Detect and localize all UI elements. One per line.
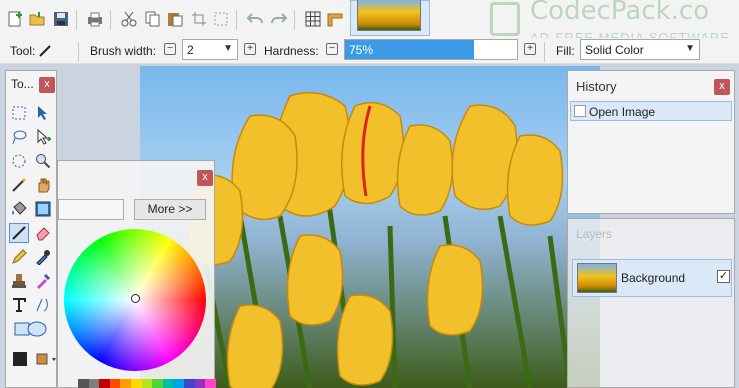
image-tab-thumbnail xyxy=(357,0,421,31)
open-image-icon xyxy=(574,105,586,117)
palette-swatch[interactable] xyxy=(88,379,100,388)
layers-window: Layers Background ✓ xyxy=(567,218,735,388)
hardness-decrease-button[interactable]: − xyxy=(326,43,338,55)
palette-swatch[interactable] xyxy=(152,379,163,388)
chevron-down-icon: ▼ xyxy=(685,43,695,54)
history-close-button[interactable]: x xyxy=(714,79,730,95)
color-picker-icon[interactable] xyxy=(33,247,53,267)
palette-swatch[interactable] xyxy=(109,379,121,388)
layer-thumbnail xyxy=(577,263,617,293)
hardness-increase-button[interactable]: + xyxy=(524,43,536,55)
rectangle-select-icon[interactable] xyxy=(9,103,29,123)
color-wheel-selector[interactable] xyxy=(131,294,140,303)
pencil-icon[interactable] xyxy=(9,247,29,267)
palette-swatch[interactable] xyxy=(120,379,132,388)
palette-swatch[interactable] xyxy=(173,379,185,388)
brush-width-label: Brush width: xyxy=(90,44,157,58)
palette-swatch[interactable] xyxy=(131,379,142,388)
history-window: History x Open Image xyxy=(567,70,735,214)
color-palette[interactable] xyxy=(78,379,216,388)
text-icon[interactable] xyxy=(9,295,29,315)
recolor-icon[interactable] xyxy=(33,271,53,291)
color-mode-combo[interactable] xyxy=(58,199,124,220)
colors-close-button[interactable]: x xyxy=(197,170,213,186)
watermark-brand: CodecPack.co xyxy=(530,0,710,26)
tools-close-button[interactable]: x xyxy=(39,77,55,93)
crop-icon[interactable] xyxy=(190,10,208,28)
print-icon[interactable] xyxy=(86,10,104,28)
copy-icon[interactable] xyxy=(144,10,162,28)
hardness-value: 75% xyxy=(349,43,374,57)
palette-swatch[interactable] xyxy=(194,379,206,388)
paint-bucket-icon[interactable] xyxy=(9,199,29,219)
new-image-icon[interactable] xyxy=(6,10,24,28)
fill-combo[interactable]: Solid Color ▼ xyxy=(580,39,700,60)
more-colors-button[interactable]: More >> xyxy=(134,199,206,220)
layer-visibility-checkbox[interactable]: ✓ xyxy=(717,270,730,283)
palette-swatch[interactable] xyxy=(99,379,110,388)
main-toolbar: CodecPack.co AD-FREE MEDIA SOFTWARE xyxy=(0,0,739,45)
gradient-icon[interactable] xyxy=(33,199,53,219)
cut-icon[interactable] xyxy=(120,10,138,28)
paintbrush-tool-selector-icon[interactable] xyxy=(38,41,56,59)
palette-swatch[interactable] xyxy=(162,379,174,388)
palette-swatch[interactable] xyxy=(141,379,153,388)
clone-stamp-icon[interactable] xyxy=(9,271,29,291)
brush-width-combo[interactable]: 2 ▼ xyxy=(182,39,238,60)
fill-value: Solid Color xyxy=(585,43,644,57)
deselect-icon[interactable] xyxy=(212,10,230,28)
layer-name: Background xyxy=(621,271,686,285)
history-item-label: Open Image xyxy=(589,105,656,119)
palette-swatch[interactable] xyxy=(78,379,89,388)
redo-icon[interactable] xyxy=(270,10,288,28)
history-window-title: History xyxy=(576,79,617,94)
magic-wand-icon[interactable] xyxy=(9,175,29,195)
brush-width-value: 2 xyxy=(187,43,194,57)
pan-hand-icon[interactable] xyxy=(33,175,53,195)
ellipse-select-icon[interactable] xyxy=(9,151,29,171)
hardness-slider[interactable]: 75% xyxy=(344,39,518,60)
eraser-icon[interactable] xyxy=(33,223,53,243)
zoom-icon[interactable] xyxy=(33,151,53,171)
paste-icon[interactable] xyxy=(166,10,184,28)
move-selection-icon[interactable] xyxy=(33,103,53,123)
line-curve-icon[interactable] xyxy=(33,295,53,315)
save-icon[interactable] xyxy=(52,10,70,28)
tool-options-bar: Tool: Brush width: − 2 ▼ + Hardness: − 7… xyxy=(0,38,739,64)
colors-window: x More >> xyxy=(57,160,216,388)
tool-label: Tool: xyxy=(10,44,36,58)
image-tab[interactable] xyxy=(350,0,430,36)
fill-label: Fill: xyxy=(556,44,575,58)
grid-icon[interactable] xyxy=(304,10,322,28)
chevron-down-icon: ▼ xyxy=(223,43,233,54)
color-swatches-icon[interactable] xyxy=(9,349,59,369)
paintbrush-icon[interactable] xyxy=(9,223,29,243)
brush-width-increase-button[interactable]: + xyxy=(244,43,256,55)
open-file-icon[interactable] xyxy=(28,10,46,28)
move-selected-icon[interactable] xyxy=(33,127,53,147)
shapes-icon[interactable] xyxy=(9,319,53,339)
palette-swatch[interactable] xyxy=(205,379,216,388)
brush-width-decrease-button[interactable]: − xyxy=(164,43,176,55)
tools-window-title: To... xyxy=(11,77,34,91)
ruler-icon[interactable] xyxy=(326,10,344,28)
palette-swatch[interactable] xyxy=(184,379,195,388)
tools-window: To... x xyxy=(5,70,57,388)
watermark-logo-icon xyxy=(490,2,520,36)
layers-window-title: Layers xyxy=(576,227,613,241)
layer-row-background[interactable]: Background ✓ xyxy=(572,259,732,297)
history-item-open-image[interactable]: Open Image xyxy=(570,101,732,121)
undo-icon[interactable] xyxy=(246,10,264,28)
lasso-select-icon[interactable] xyxy=(9,127,29,147)
hardness-label: Hardness: xyxy=(264,44,319,58)
